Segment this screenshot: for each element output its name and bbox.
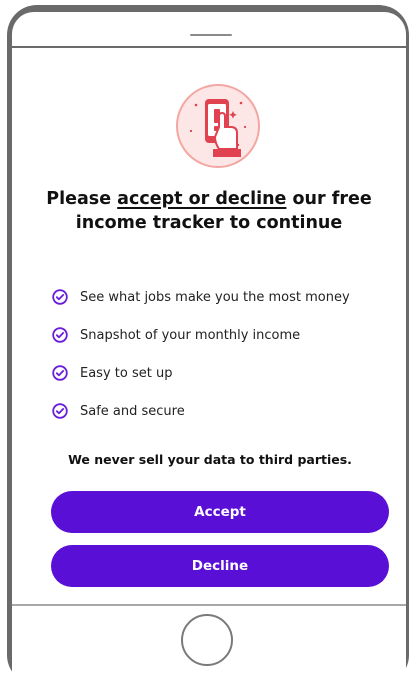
consent-heading: Please accept or decline our free income… (40, 187, 378, 235)
check-circle-icon (52, 327, 68, 343)
phone-speaker (190, 34, 232, 36)
list-item: See what jobs make you the most money (52, 278, 402, 316)
heading-prefix: Please (46, 189, 118, 209)
benefit-label: Easy to set up (80, 365, 173, 381)
benefit-label: Safe and secure (80, 403, 185, 419)
list-item: Easy to set up (52, 354, 402, 392)
check-circle-icon (52, 365, 68, 381)
privacy-note: We never sell your data to third parties… (68, 452, 352, 467)
heading-emphasis: accept or decline (117, 189, 287, 209)
benefit-label: Snapshot of your monthly income (80, 327, 301, 343)
benefits-list: See what jobs make you the most money Sn… (52, 278, 402, 430)
list-item: Safe and secure (52, 392, 402, 430)
check-circle-icon (52, 289, 68, 305)
check-circle-icon (52, 403, 68, 419)
benefit-label: See what jobs make you the most money (80, 289, 350, 305)
home-button[interactable] (181, 614, 233, 666)
phone-alert-hand-icon (176, 84, 260, 168)
list-item: Snapshot of your monthly income (52, 316, 402, 354)
page: Please accept or decline our free income… (0, 0, 419, 680)
phone-top-bezel (12, 12, 406, 46)
decline-button[interactable]: Decline (51, 545, 389, 587)
accept-button[interactable]: Accept (51, 491, 389, 533)
